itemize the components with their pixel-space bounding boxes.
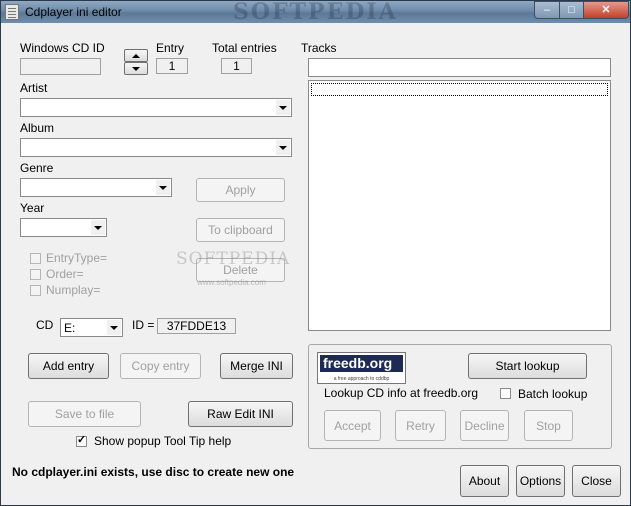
- tracks-listbox[interactable]: [308, 80, 611, 331]
- entry-value: 1: [156, 58, 188, 74]
- freedb-lookup-label: Lookup CD info at freedb.org: [324, 386, 479, 400]
- order-label: Order=: [46, 267, 84, 281]
- apply-button[interactable]: Apply: [196, 178, 285, 202]
- id-label: ID =: [132, 318, 155, 332]
- entry-spin-up-button[interactable]: [124, 49, 148, 62]
- freedb-logo-text: freedb.org: [320, 355, 403, 372]
- entry-type-label: EntryType=: [46, 251, 108, 265]
- genre-label: Genre: [20, 161, 54, 175]
- app-icon[interactable]: [5, 4, 19, 20]
- options-button[interactable]: Options: [516, 465, 565, 497]
- show-tooltip-checkbox[interactable]: [76, 433, 87, 447]
- status-message: No cdplayer.ini exists, use disc to crea…: [12, 465, 295, 479]
- retry-button[interactable]: Retry: [395, 410, 446, 441]
- album-combobox[interactable]: [20, 138, 292, 157]
- windows-cd-id-field[interactable]: [20, 58, 101, 75]
- artist-label: Artist: [20, 81, 48, 95]
- numplay-checkbox[interactable]: [30, 285, 41, 296]
- softpedia-overlay-url: www.softpedia.com: [197, 278, 266, 287]
- total-entries-label: Total entries: [212, 41, 277, 55]
- accept-button[interactable]: Accept: [324, 410, 381, 441]
- arrow-up-icon: [132, 53, 140, 58]
- cd-dropdown-arrow-icon[interactable]: [107, 320, 121, 335]
- disc-id-value: 37FDDE13: [157, 318, 236, 334]
- client-area: Windows CD ID Entry 1 Total entries 1 Tr…: [9, 31, 623, 499]
- window-title: Cdplayer ini editor: [25, 5, 122, 19]
- genre-dropdown-arrow-icon[interactable]: [156, 180, 170, 195]
- track-list-focus-row[interactable]: [311, 83, 608, 96]
- album-dropdown-arrow-icon[interactable]: [276, 140, 290, 155]
- freedb-logo-tagline: a free approach to cddbp: [333, 376, 390, 382]
- entry-label: Entry: [156, 41, 185, 55]
- freedb-groupbox: freedb.org a free approach to cddbp Star…: [308, 344, 612, 449]
- copy-entry-button[interactable]: Copy entry: [120, 353, 201, 379]
- genre-combobox[interactable]: [20, 178, 172, 197]
- batch-lookup-label: Batch lookup: [518, 387, 588, 401]
- app-window: Cdplayer ini editor SOFTPEDIA – □ ✕ Wind…: [0, 0, 631, 506]
- decline-button[interactable]: Decline: [460, 410, 509, 441]
- freedb-logo: freedb.org a free approach to cddbp: [317, 352, 406, 384]
- show-tooltip-label: Show popup Tool Tip help: [94, 434, 232, 448]
- merge-ini-button[interactable]: Merge INI: [220, 353, 293, 379]
- windows-cd-id-label: Windows CD ID: [20, 41, 105, 55]
- main-groupbox: [9, 33, 305, 451]
- title-bar[interactable]: Cdplayer ini editor SOFTPEDIA – □ ✕: [1, 0, 630, 25]
- year-label: Year: [20, 201, 45, 215]
- close-window-button[interactable]: ✕: [583, 1, 629, 19]
- to-clipboard-button[interactable]: To clipboard: [196, 218, 285, 242]
- order-checkbox[interactable]: [30, 269, 41, 280]
- track-title-field[interactable]: [308, 58, 611, 77]
- album-label: Album: [20, 121, 55, 135]
- total-entries-value: 1: [221, 58, 252, 74]
- year-dropdown-arrow-icon[interactable]: [91, 220, 105, 235]
- about-button[interactable]: About: [460, 465, 509, 497]
- arrow-down-icon: [132, 66, 140, 71]
- softpedia-title-watermark: SOFTPEDIA: [233, 0, 398, 25]
- start-lookup-button[interactable]: Start lookup: [468, 353, 587, 379]
- cd-label: CD: [36, 318, 54, 332]
- artist-combobox[interactable]: [20, 98, 292, 117]
- stop-button[interactable]: Stop: [524, 410, 573, 441]
- batch-lookup-checkbox[interactable]: [500, 388, 511, 399]
- numplay-label: Numplay=: [46, 283, 101, 297]
- minimize-button[interactable]: –: [534, 1, 560, 19]
- cd-drive-value: E:: [64, 321, 76, 335]
- entry-spin-down-button[interactable]: [124, 62, 148, 75]
- add-entry-button[interactable]: Add entry: [28, 353, 109, 379]
- entry-type-checkbox[interactable]: [30, 253, 41, 264]
- close-button[interactable]: Close: [572, 465, 621, 497]
- save-to-file-button[interactable]: Save to file: [28, 401, 141, 427]
- artist-dropdown-arrow-icon[interactable]: [276, 100, 290, 115]
- cd-drive-combobox[interactable]: E:: [60, 318, 123, 337]
- softpedia-overlay-watermark: SOFTPEDIA: [176, 249, 291, 269]
- year-combobox[interactable]: [20, 218, 107, 237]
- raw-edit-ini-button[interactable]: Raw Edit INI: [188, 401, 293, 427]
- maximize-button[interactable]: □: [559, 1, 584, 19]
- tracks-label: Tracks: [301, 41, 337, 55]
